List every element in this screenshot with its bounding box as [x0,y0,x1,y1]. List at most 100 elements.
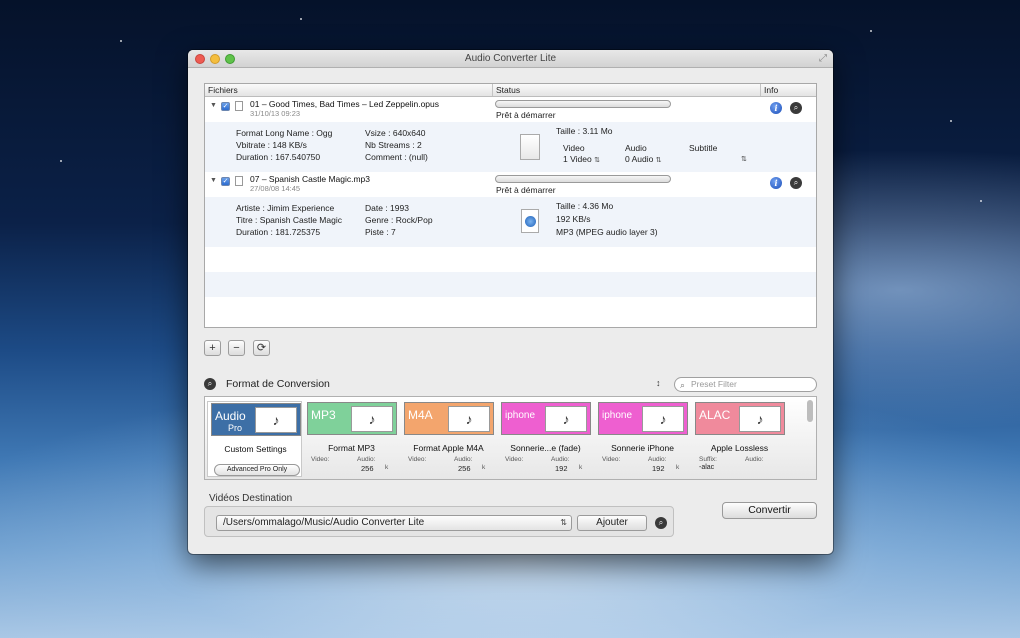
file-details: Artiste : Jimim Experience Titre : Spani… [205,197,816,247]
meta-comment: Comment : (null) [365,152,428,162]
column-header-info[interactable]: Info [764,85,778,95]
preset-badge: ALAC ♪ [695,402,785,435]
file-list-header: Fichiers Status Info [205,84,816,97]
refresh-button[interactable]: ⟳ [253,340,270,356]
preset-name: Format Apple M4A [413,443,484,453]
subtitle-stream-label: Subtitle [689,143,718,153]
meta-date: Date : 1993 [365,203,409,213]
app-window: Audio Converter Lite ⤢ Fichiers Status I… [188,50,833,554]
meta-title: Titre : Spanish Castle Magic [236,215,342,225]
file-status: Prêt à démarrer [496,110,556,120]
file-name: 01 – Good Times, Bad Times – Led Zeppeli… [250,99,440,109]
preset-filter-input[interactable]: ⌕ Preset Filter [674,377,817,392]
magnifier-icon[interactable]: ⌕ [790,177,802,189]
file-details: Format Long Name : Ogg Vbitrate : 148 KB… [205,122,816,172]
preset-name: Apple Lossless [710,443,769,453]
convert-button[interactable]: Convertir [722,502,817,519]
column-header-status[interactable]: Status [496,85,520,95]
meta-duration: Duration : 167.540750 [236,152,321,162]
file-row[interactable]: ▼ ✓ 07 – Spanish Castle Magic.mp3 27/08/… [205,172,816,247]
meta-duration: Duration : 181.725375 [236,227,321,237]
preset-mp3[interactable]: MP3 ♪ Format MP3 Video: Audio: 256 k [304,401,399,477]
preset-name: Sonnerie iPhone [611,443,674,453]
meta-nbstreams: Nb Streams : 2 [365,140,422,150]
file-row[interactable]: ▼ ✓ 01 – Good Times, Bad Times – Led Zep… [205,97,816,172]
meta-track: Piste : 7 [365,227,396,237]
preset-badge: iphone ♪ [598,402,688,435]
disclosure-triangle-icon[interactable]: ▼ [210,177,217,184]
progress-bar [495,100,671,108]
file-bitrate: 192 KB/s [556,214,591,224]
guitarist-icon: ♪ [351,406,393,432]
guitarist-icon: ♪ [545,406,587,432]
file-list[interactable]: Fichiers Status Info ▼ ✓ 01 – Good Times… [204,83,817,328]
preset-badge: M4A ♪ [404,402,494,435]
file-type-icon [520,134,540,160]
search-icon: ⌕ [680,380,686,390]
preset-ringtone-iphone[interactable]: iphone ♪ Sonnerie iPhone Video: Audio: 1… [595,401,690,477]
format-header: ⌕ Format de Conversion ↕ ⌕ Preset Filter [204,377,817,393]
preset-apple-lossless[interactable]: ALAC ♪ Apple Lossless Suffix: -alac Audi… [692,401,787,477]
meta-vsize: Vsize : 640x640 [365,128,426,138]
meta-format: Format Long Name : Ogg [236,128,333,138]
preset-name: Sonnerie...e (fade) [510,443,581,453]
popup-arrows-icon: ⇅ [560,518,567,527]
empty-row [205,247,816,272]
add-destination-button[interactable]: Ajouter [577,515,647,531]
window-title: Audio Converter Lite [464,53,557,64]
disclosure-triangle-icon[interactable]: ▼ [210,102,217,109]
preset-scrollbar[interactable] [807,400,813,422]
magnifier-icon[interactable]: ⌕ [790,102,802,114]
file-status: Prêt à démarrer [496,185,556,195]
title-bar: Audio Converter Lite ⤢ [188,50,833,68]
file-checkbox[interactable]: ✓ [221,177,230,186]
preset-badge: Audio Pro ♪ [211,403,301,436]
guitarist-icon: ♪ [642,406,684,432]
meta-vbitrate: Vbitrate : 148 KB/s [236,140,307,150]
fullscreen-icon[interactable]: ⤢ [819,53,827,64]
file-codec: MP3 (MPEG audio layer 3) [556,227,658,237]
meta-artist: Artiste : Jimim Experience [236,203,335,213]
preset-m4a[interactable]: M4A ♪ Format Apple M4A Video: Audio: 256… [401,401,496,477]
column-header-files[interactable]: Fichiers [208,85,238,95]
file-name: 07 – Spanish Castle Magic.mp3 [250,174,371,184]
preset-ringtone-fade[interactable]: iphone ♪ Sonnerie...e (fade) Video: Audi… [498,401,593,477]
info-icon[interactable]: i [770,177,782,189]
preset-badge: MP3 ♪ [307,402,397,435]
audio-stream-select[interactable]: 0 Audio ⇅ [625,154,662,164]
mp3-file-icon [521,209,539,233]
audio-file-icon [235,176,243,186]
sort-icon[interactable]: ↕ [656,378,661,388]
destination-label: Vidéos Destination [209,493,293,504]
guitarist-icon: ♪ [448,406,490,432]
empty-row [205,297,816,322]
progress-bar [495,175,671,183]
preset-custom-settings[interactable]: Audio Pro ♪ Custom Settings Advanced Pro… [207,401,302,477]
preset-name: Custom Settings [224,444,287,454]
file-date: 31/10/13 09:23 [250,109,301,118]
preset-gallery[interactable]: Audio Pro ♪ Custom Settings Advanced Pro… [204,396,817,480]
preset-name: Format MP3 [328,443,375,453]
meta-genre: Genre : Rock/Pop [365,215,433,225]
magnifier-icon[interactable]: ⌕ [655,517,667,529]
file-size: Taille : 3.11 Mo [556,126,613,136]
empty-row [205,272,816,297]
document-icon [235,101,243,111]
video-stream-label: Video [563,143,585,153]
preset-badge: iphone ♪ [501,402,591,435]
remove-file-button[interactable]: − [228,340,245,356]
video-stream-select[interactable]: 1 Video ⇅ [563,154,600,164]
file-checkbox[interactable]: ✓ [221,102,230,111]
advanced-pro-button[interactable]: Advanced Pro Only [214,464,300,476]
destination-path-select[interactable]: /Users/ommalago/Music/Audio Converter Li… [216,515,572,531]
file-date: 27/08/08 14:45 [250,184,301,193]
info-icon[interactable]: i [770,102,782,114]
destination-panel: /Users/ommalago/Music/Audio Converter Li… [204,506,674,537]
add-file-button[interactable]: + [204,340,221,356]
subtitle-stream-select[interactable]: ⇅ [741,155,747,163]
guitarist-icon: ♪ [739,406,781,432]
format-title: Format de Conversion [226,378,330,390]
magnifier-icon[interactable]: ⌕ [204,378,216,390]
audio-stream-label: Audio [625,143,647,153]
guitarist-icon: ♪ [255,407,297,433]
